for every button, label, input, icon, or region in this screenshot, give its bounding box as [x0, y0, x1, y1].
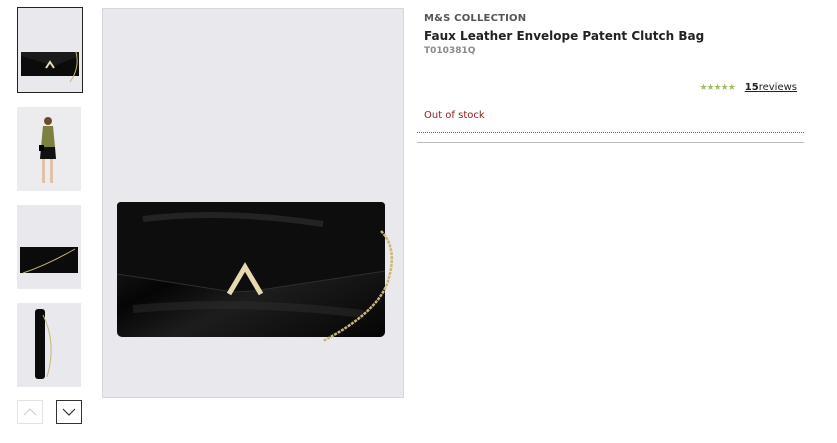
thumbnail-bag-chain[interactable]: [17, 205, 81, 289]
product-sku: T010381Q: [424, 46, 476, 56]
chevron-down-icon: [62, 408, 76, 416]
product-title: Faux Leather Envelope Patent Clutch Bag: [424, 29, 705, 43]
brand-name: M&S COLLECTION: [424, 13, 527, 24]
divider-solid: [417, 142, 804, 143]
thumbnail-bag-side[interactable]: [17, 303, 81, 387]
star-rating-icon: ★★★★★: [699, 82, 735, 93]
review-count: 15: [744, 82, 759, 93]
thumbnail-model[interactable]: [17, 107, 81, 191]
chevron-up-icon: [23, 408, 37, 416]
gallery-down-button[interactable]: [56, 400, 82, 424]
reviews-link[interactable]: 15reviews: [745, 82, 797, 93]
stock-status: Out of stock: [424, 110, 485, 121]
product-rating: ★★★★★ 15reviews: [699, 82, 797, 93]
divider-dotted: [417, 132, 804, 133]
main-product-image[interactable]: [102, 8, 404, 398]
review-label: reviews: [758, 82, 797, 93]
thumbnail-bag-front[interactable]: [17, 7, 83, 93]
gallery-up-button[interactable]: [17, 400, 43, 424]
